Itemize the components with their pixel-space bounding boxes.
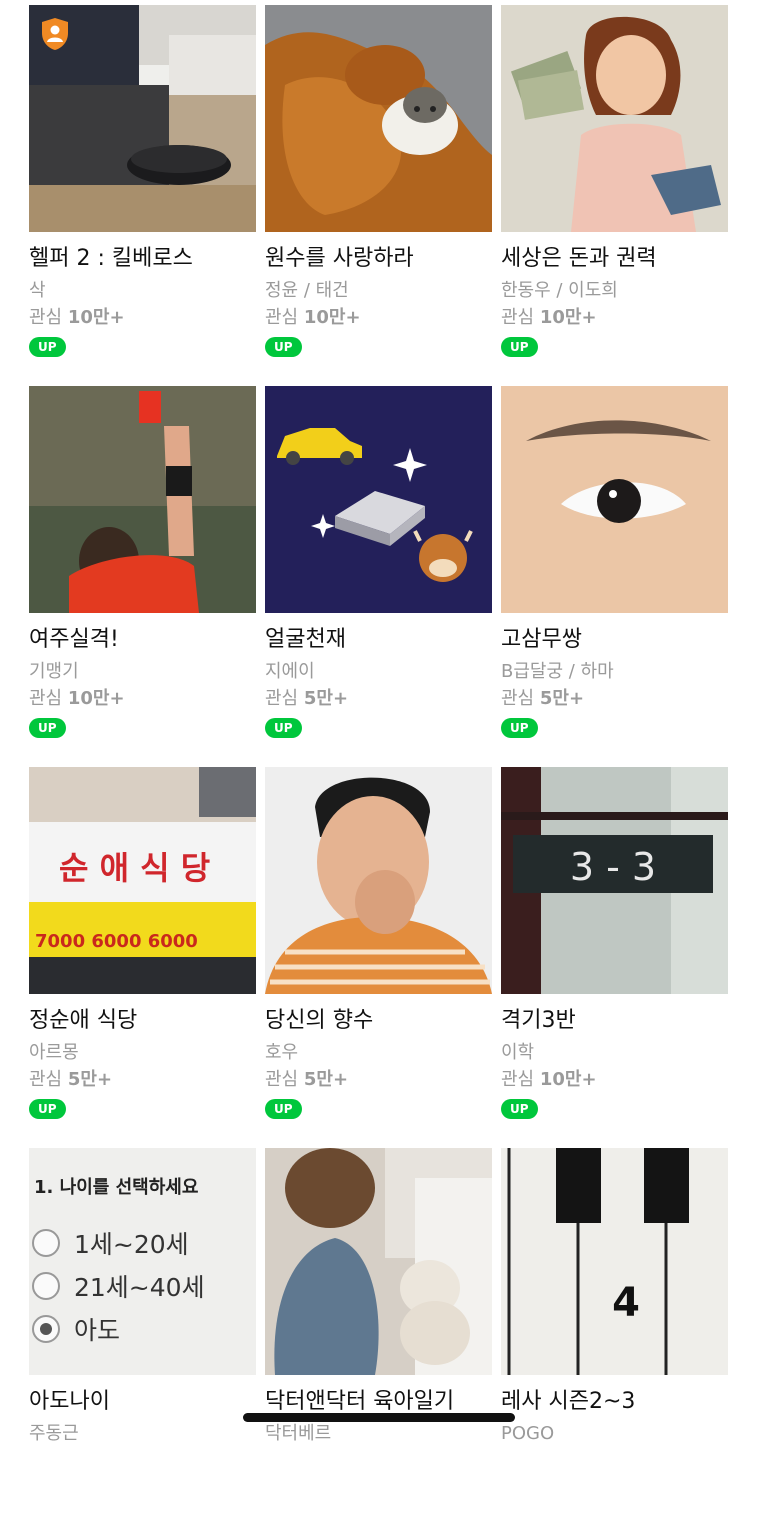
restaurant-banner-text: 7000 6000 6000 xyxy=(35,931,198,952)
card-title: 아도나이 xyxy=(29,1389,110,1414)
card-author: 주동근 xyxy=(29,1423,79,1444)
webtoon-card[interactable]: 여주실격! 기맹기 관심 10만+ UP xyxy=(29,386,256,767)
thumbnail-robot-vacuum[interactable] xyxy=(29,5,256,232)
card-title: 여주실격! xyxy=(29,627,119,652)
up-badge: UP xyxy=(29,1099,66,1119)
card-title: 정순애 식당 xyxy=(29,1008,138,1033)
card-author: 기맹기 xyxy=(29,661,79,682)
up-badge: UP xyxy=(29,718,66,738)
webtoon-card[interactable]: 당신의 향수 호우 관심 5만+ UP xyxy=(265,767,492,1148)
webtoon-card[interactable]: 1. 나이를 선택하세요 1세~20세 21세~40세 아도 아도나이 주동근 xyxy=(29,1148,256,1529)
survey-option: 21세~40세 xyxy=(74,1273,205,1302)
survey-option: 아도 xyxy=(74,1316,120,1345)
thumbnail-referee-art xyxy=(29,386,256,613)
thumbnail-class-sign[interactable]: 3 - 3 xyxy=(501,767,728,994)
card-title: 얼굴천재 xyxy=(265,627,346,652)
thumbnail-car-gold-art xyxy=(265,386,492,613)
card-author: 닥터베르 xyxy=(265,1423,332,1444)
up-badge: UP xyxy=(265,1099,302,1119)
card-interest: 관심 10만+ xyxy=(29,307,125,328)
card-author: 삭 xyxy=(29,280,46,301)
thumbnail-child-teddy[interactable] xyxy=(265,1148,492,1375)
webtoon-card[interactable]: 3 - 3 격기3반 이학 관심 10만+ UP xyxy=(501,767,728,1148)
up-badge: UP xyxy=(265,718,302,738)
thumbnail-age-survey-art: 1. 나이를 선택하세요 1세~20세 21세~40세 아도 xyxy=(29,1148,256,1375)
card-author: 호우 xyxy=(265,1042,299,1063)
restaurant-sign-text: 순 애 식 당 xyxy=(59,849,210,887)
thumbnail-dog-cat[interactable] xyxy=(265,5,492,232)
webtoon-card[interactable]: 세상은 돈과 권력 한동우 / 이도희 관심 10만+ UP xyxy=(501,5,728,386)
card-interest: 관심 5만+ xyxy=(265,1069,349,1090)
webtoon-card[interactable]: 닥터앤닥터 육아일기 닥터베르 xyxy=(265,1148,492,1529)
card-author: 아르몽 xyxy=(29,1042,79,1063)
webtoon-card[interactable]: 순 애 식 당 7000 6000 6000 정순애 식당 아르몽 관심 5만+… xyxy=(29,767,256,1148)
thumbnail-class-sign-art: 3 - 3 xyxy=(501,767,728,994)
thumbnail-girl-money-art xyxy=(501,5,728,232)
card-author: 정윤 / 태건 xyxy=(265,280,349,301)
up-badge: UP xyxy=(265,337,302,357)
webtoon-card[interactable]: 고삼무쌍 B급달궁 / 하마 관심 5만+ UP xyxy=(501,386,728,767)
thumbnail-car-gold[interactable] xyxy=(265,386,492,613)
card-author: 한동우 / 이도희 xyxy=(501,280,618,301)
thumbnail-eye-art xyxy=(501,386,728,613)
card-interest: 관심 10만+ xyxy=(501,1069,597,1090)
card-author: 지에이 xyxy=(265,661,315,682)
card-interest: 관심 10만+ xyxy=(501,307,597,328)
thumbnail-child-teddy-art xyxy=(265,1148,492,1375)
card-title: 닥터앤닥터 육아일기 xyxy=(265,1389,455,1414)
thumbnail-restaurant[interactable]: 순 애 식 당 7000 6000 6000 xyxy=(29,767,256,994)
thumbnail-man-nose-art xyxy=(265,767,492,994)
card-interest: 관심 5만+ xyxy=(501,688,585,709)
card-author: B급달궁 / 하마 xyxy=(501,661,614,682)
thumbnail-piano-art: 4 xyxy=(501,1148,728,1375)
card-interest: 관심 5만+ xyxy=(265,688,349,709)
survey-question: 1. 나이를 선택하세요 xyxy=(34,1177,198,1198)
card-title: 격기3반 xyxy=(501,1008,576,1033)
webtoon-card[interactable]: 4 레사 시즌2~3 POGO xyxy=(501,1148,728,1529)
up-badge: UP xyxy=(501,718,538,738)
up-badge: UP xyxy=(501,1099,538,1119)
webtoon-grid: 헬퍼 2 : 킬베로스 삭 관심 10만+ UP 원수를 사랑하라 정윤 / 태… xyxy=(29,5,729,1529)
home-indicator[interactable] xyxy=(243,1413,515,1422)
card-title: 헬퍼 2 : 킬베로스 xyxy=(29,246,193,271)
webtoon-card[interactable]: 헬퍼 2 : 킬베로스 삭 관심 10만+ UP xyxy=(29,5,256,386)
card-interest: 관심 10만+ xyxy=(29,688,125,709)
class-sign-text: 3 - 3 xyxy=(570,845,656,889)
up-badge: UP xyxy=(501,337,538,357)
thumbnail-referee[interactable] xyxy=(29,386,256,613)
thumbnail-eye[interactable] xyxy=(501,386,728,613)
card-author: 이학 xyxy=(501,1042,535,1063)
card-title: 세상은 돈과 권력 xyxy=(501,246,657,271)
thumbnail-girl-money[interactable] xyxy=(501,5,728,232)
card-title: 당신의 향수 xyxy=(265,1008,374,1033)
webtoon-card[interactable]: 얼굴천재 지에이 관심 5만+ UP xyxy=(265,386,492,767)
thumbnail-dog-cat-art xyxy=(265,5,492,232)
card-title: 고삼무쌍 xyxy=(501,627,582,652)
thumbnail-age-survey[interactable]: 1. 나이를 선택하세요 1세~20세 21세~40세 아도 xyxy=(29,1148,256,1375)
card-interest: 관심 10만+ xyxy=(265,307,361,328)
shield-person-icon xyxy=(42,18,68,50)
piano-key-label: 4 xyxy=(612,1280,640,1326)
thumbnail-restaurant-art: 순 애 식 당 7000 6000 6000 xyxy=(29,767,256,994)
card-title: 레사 시즌2~3 xyxy=(501,1389,636,1414)
card-author: POGO xyxy=(501,1423,555,1444)
up-badge: UP xyxy=(29,337,66,357)
thumbnail-man-nose[interactable] xyxy=(265,767,492,994)
card-title: 원수를 사랑하라 xyxy=(265,246,414,271)
webtoon-card[interactable]: 원수를 사랑하라 정윤 / 태건 관심 10만+ UP xyxy=(265,5,492,386)
card-interest: 관심 5만+ xyxy=(29,1069,113,1090)
survey-option: 1세~20세 xyxy=(74,1230,189,1259)
thumbnail-piano[interactable]: 4 xyxy=(501,1148,728,1375)
